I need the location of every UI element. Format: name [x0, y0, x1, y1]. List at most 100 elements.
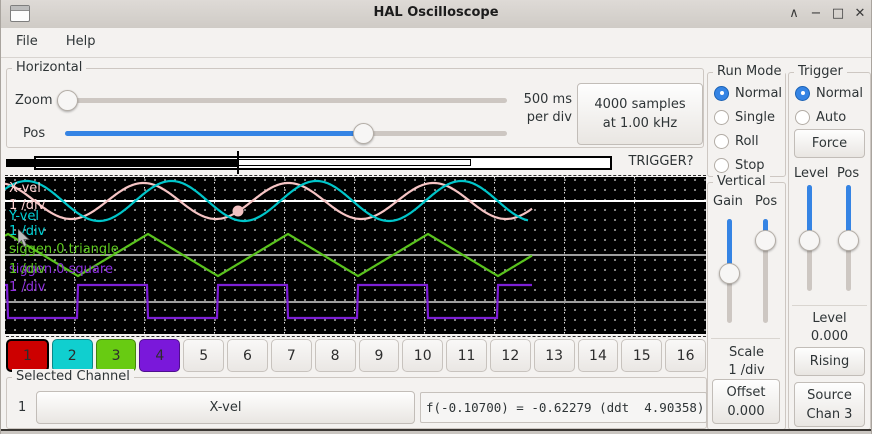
zoom-label: Zoom — [15, 93, 52, 108]
trigger-level-caption: Level — [789, 311, 870, 326]
trigger-position-marker — [237, 151, 239, 174]
maximize-icon[interactable]: □ — [827, 0, 849, 28]
radio-icon — [795, 110, 810, 125]
channel-button-5[interactable]: 5 — [183, 339, 224, 372]
time-per-div-label: 500 ms per div — [512, 91, 572, 127]
displayed-portion-bar — [6, 159, 238, 167]
run-mode-options: Normal Single Roll Stop — [708, 81, 785, 177]
channel-button-7[interactable]: 7 — [271, 339, 312, 372]
channel-button-13[interactable]: 13 — [534, 339, 575, 372]
trigger-separator — [792, 305, 867, 306]
horizontal-group-label: Horizontal — [12, 60, 86, 75]
selected-channel-group-label: Selected Channel — [12, 369, 134, 384]
run-mode-group-label: Run Mode — [713, 64, 785, 79]
offset-button[interactable]: Offset 0.000 — [712, 379, 780, 424]
window-bottom-edge — [1, 429, 871, 431]
menu-file[interactable]: File — [7, 28, 47, 49]
titlebar: HAL Oscilloscope ∧ − □ ✕ — [1, 0, 871, 29]
vertical-group-label: Vertical — [713, 174, 770, 189]
level-header: Level — [794, 166, 828, 181]
trigger-status-label: TRIGGER? — [619, 154, 703, 169]
radio-icon — [714, 86, 729, 101]
vertical-group: Vertical Gain Pos Scale 1 /div Offset 0.… — [707, 182, 786, 430]
scope-display: X-vel1 /divY-vel1 /divsiggen.0.triangles… — [5, 177, 706, 334]
radio-icon — [795, 86, 810, 101]
trigger-level-value: 0.000 — [789, 329, 870, 344]
vertical-separator — [711, 338, 780, 339]
edge-button[interactable]: Rising — [794, 347, 865, 376]
scope-bottom-separator — [6, 336, 706, 337]
radio-option-roll[interactable]: Roll — [708, 129, 785, 153]
pos-slider-fill — [65, 131, 364, 136]
trigger-level-slider-handle[interactable] — [799, 230, 820, 251]
radio-label: Normal — [816, 86, 863, 101]
trigger-pos-header: Pos — [837, 166, 859, 181]
radio-icon — [714, 158, 729, 173]
radio-label: Stop — [735, 158, 765, 173]
pos-label: Pos — [23, 126, 45, 141]
waveform-trace-square — [5, 285, 532, 318]
radio-icon — [714, 134, 729, 149]
selected-channel-number: 1 — [18, 400, 26, 415]
shade-icon[interactable]: ∧ — [783, 0, 805, 28]
channel-source-button[interactable]: X-vel — [36, 391, 415, 424]
force-button[interactable]: Force — [794, 129, 865, 158]
channel-button-6[interactable]: 6 — [227, 339, 268, 372]
channel-button-2[interactable]: 2 — [52, 339, 93, 372]
radio-option-single[interactable]: Single — [708, 105, 785, 129]
channel-button-3[interactable]: 3 — [96, 339, 137, 372]
scope-channel-label: Y-vel — [9, 209, 39, 224]
samples-button[interactable]: 4000 samples at 1.00 kHz — [577, 83, 703, 145]
scale-caption: Scale — [708, 345, 785, 360]
pos-slider-handle[interactable] — [353, 123, 374, 144]
zoom-slider-handle[interactable] — [57, 90, 78, 111]
horizontal-group: Horizontal Zoom Pos 500 ms per div 4000 … — [6, 68, 704, 148]
vertical-pos-header: Pos — [755, 194, 777, 209]
channel-button-12[interactable]: 12 — [490, 339, 531, 372]
pretrigger-bar — [238, 159, 471, 166]
radio-option-normal[interactable]: Normal — [789, 81, 870, 105]
scale-value: 1 /div — [708, 363, 785, 378]
scope-channel-label: 1 /div — [9, 280, 45, 295]
radio-label: Roll — [735, 134, 759, 149]
scope-channel-label: 1 /div — [9, 262, 45, 277]
waveform-trace-sine — [5, 183, 532, 219]
minimize-icon[interactable]: − — [805, 0, 827, 28]
gain-slider-handle[interactable] — [719, 263, 740, 284]
radio-label: Auto — [816, 110, 846, 125]
channel-button-4[interactable]: 4 — [139, 339, 180, 372]
zoom-slider[interactable] — [57, 98, 507, 103]
vertical-pos-slider-handle[interactable] — [755, 230, 776, 251]
trigger-mode-options: Normal Auto — [789, 81, 870, 129]
close-icon[interactable]: ✕ — [849, 0, 871, 28]
radio-label: Normal — [735, 86, 782, 101]
mouse-cursor-icon — [18, 229, 31, 247]
run-mode-group: Run Mode NormalSingleRollStop — [707, 72, 786, 177]
hal-oscilloscope-window: HAL Oscilloscope ∧ − □ ✕ File Help Horiz… — [0, 0, 872, 434]
channel-button-9[interactable]: 9 — [359, 339, 400, 372]
channel-button-14[interactable]: 14 — [578, 339, 619, 372]
trigger-group: Trigger NormalAuto Force Level Pos Level… — [788, 72, 871, 430]
channel-button-11[interactable]: 11 — [446, 339, 487, 372]
trigger-group-label: Trigger — [794, 64, 847, 79]
trigger-pos-slider-handle[interactable] — [838, 230, 859, 251]
channel-button-8[interactable]: 8 — [315, 339, 356, 372]
trigger-point-marker — [233, 206, 244, 217]
selected-channel-group: Selected Channel 1 X-vel f(-0.10700) = -… — [6, 377, 707, 429]
channel-value-readout: f(-0.10700) = -0.62279 (ddt 4.90358) — [420, 392, 707, 423]
trigger-source-button[interactable]: Source Chan 3 — [794, 382, 865, 427]
window-title: HAL Oscilloscope — [1, 5, 871, 20]
channel-button-16[interactable]: 16 — [665, 339, 706, 372]
radio-option-normal[interactable]: Normal — [708, 81, 785, 105]
channel-button-1[interactable]: 1 — [6, 339, 49, 372]
gain-header: Gain — [713, 194, 743, 209]
menu-help[interactable]: Help — [57, 28, 105, 49]
channel-button-row: 12345678910111213141516 — [6, 339, 706, 372]
menubar: File Help — [1, 28, 871, 58]
radio-label: Single — [735, 110, 775, 125]
radio-icon — [714, 110, 729, 125]
channel-button-15[interactable]: 15 — [621, 339, 662, 372]
channel-button-10[interactable]: 10 — [402, 339, 443, 372]
radio-option-auto[interactable]: Auto — [789, 105, 870, 129]
scope-top-separator — [5, 175, 706, 176]
